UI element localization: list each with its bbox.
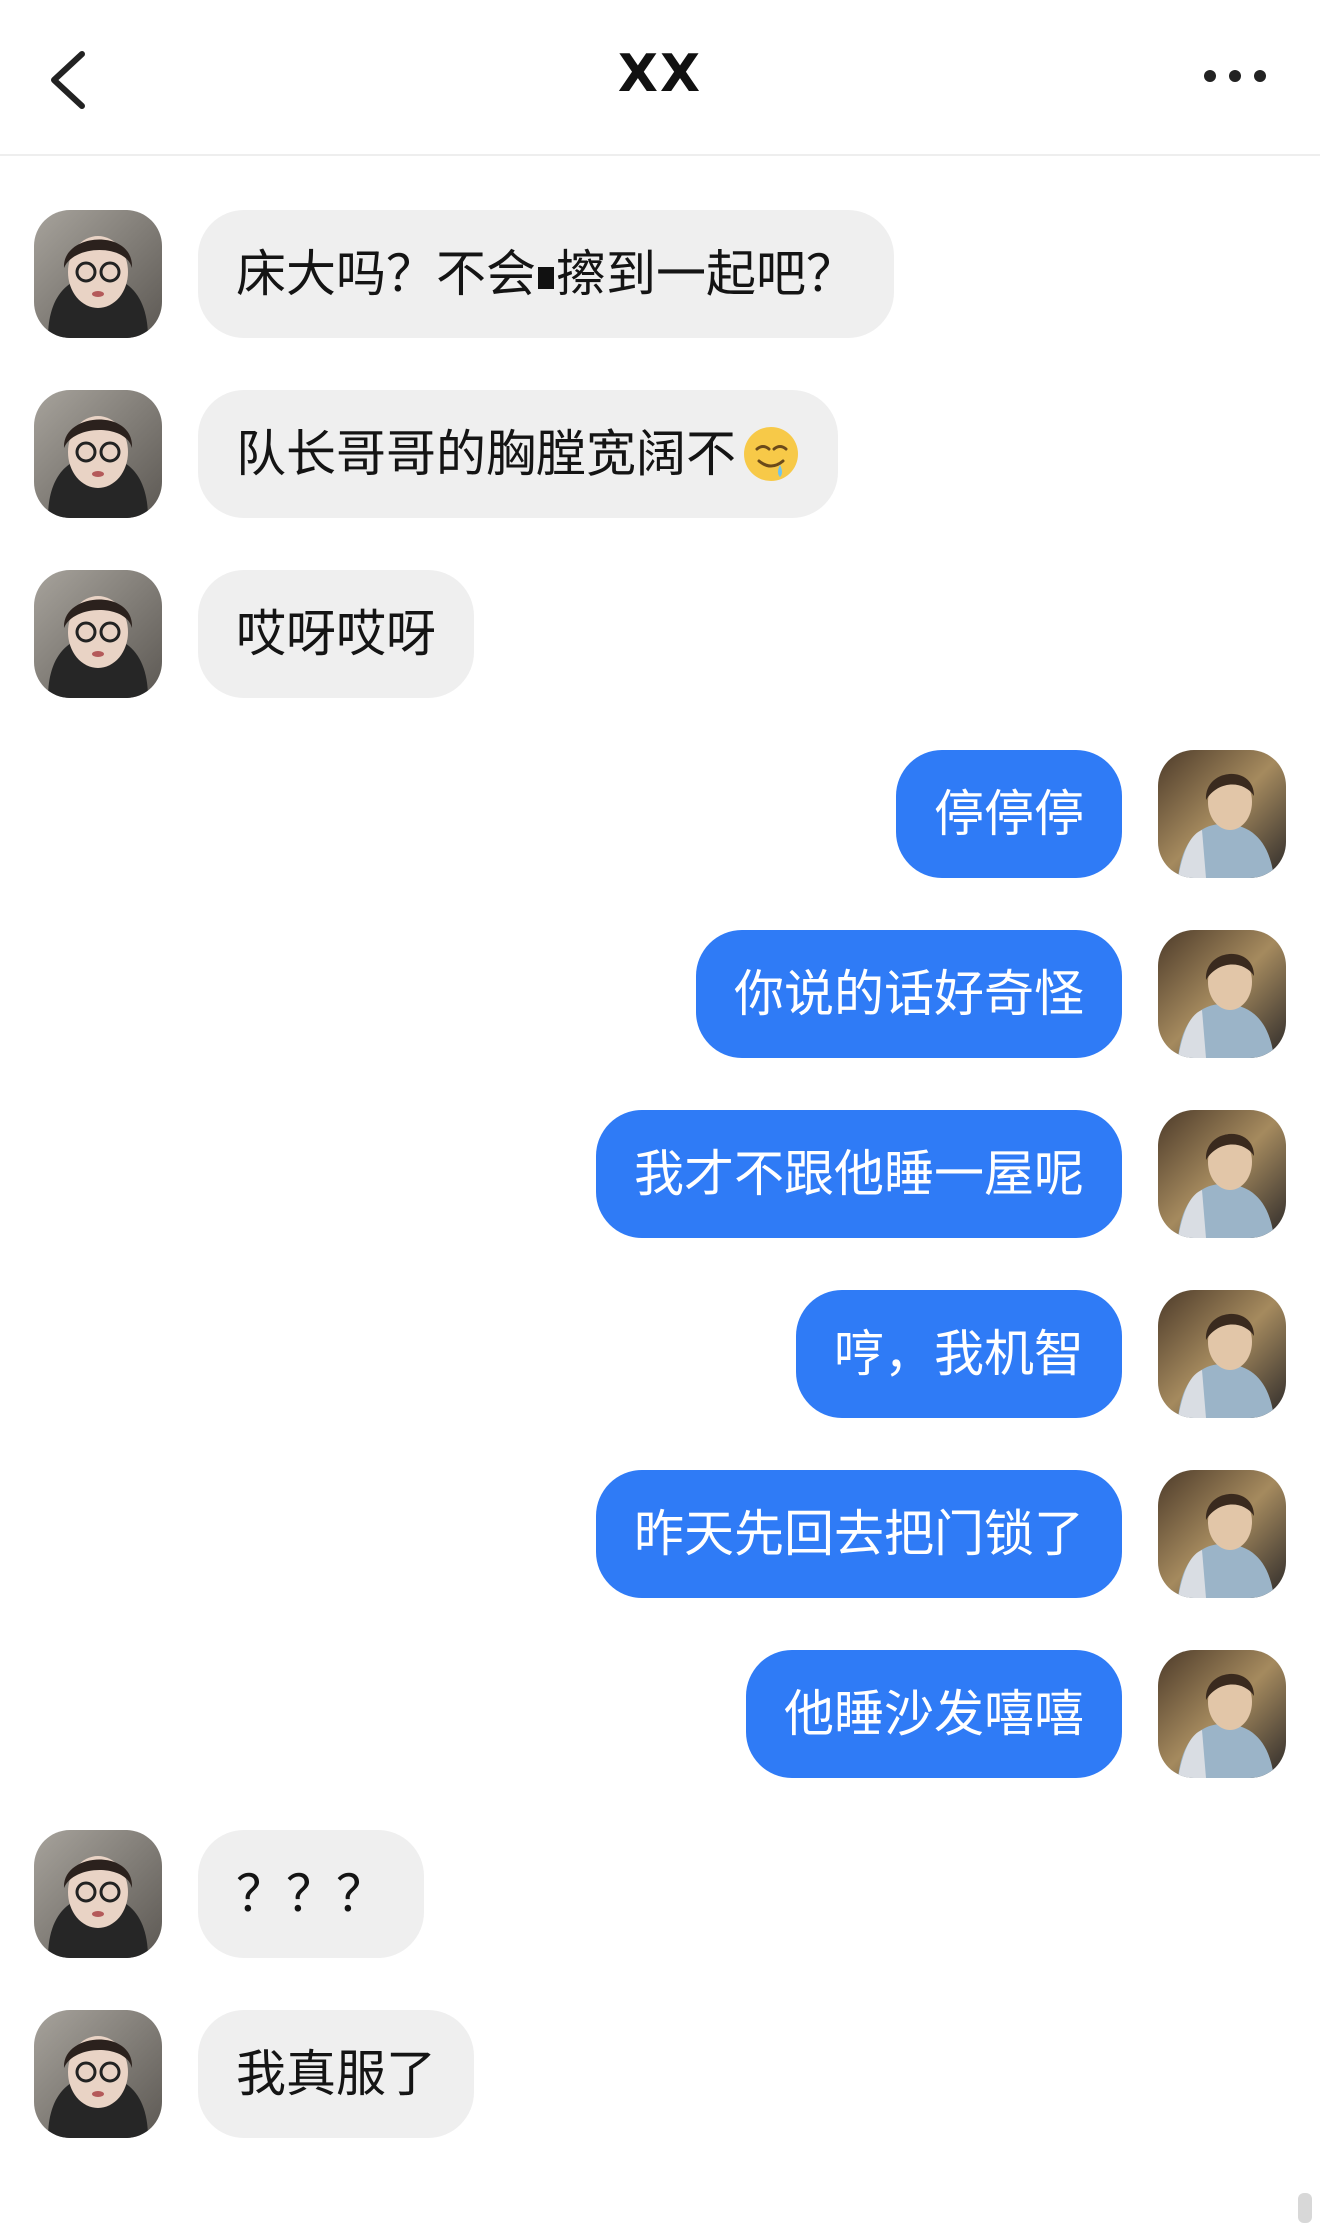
message-bubble-received[interactable]: 哎呀哎呀 — [198, 570, 474, 698]
message-text: 床大吗？不会 — [236, 245, 536, 303]
message-bubble-sent[interactable]: 他睡沙发嘻嘻 — [746, 1650, 1122, 1778]
message-text: ？？？ — [236, 1865, 386, 1923]
more-dots-icon — [1204, 70, 1266, 82]
avatar-self[interactable] — [1158, 1650, 1286, 1778]
message-row-sent: 昨天先回去把门锁了 — [0, 1470, 1320, 1598]
message-text: 队长哥哥的胸膛宽阔不 — [236, 425, 736, 483]
avatar-contact[interactable] — [34, 210, 162, 338]
message-bubble-sent[interactable]: 我才不跟他睡一屋呢 — [596, 1110, 1122, 1238]
message-bubble-sent[interactable]: 昨天先回去把门锁了 — [596, 1470, 1122, 1598]
redaction-mark — [538, 266, 554, 289]
message-bubble-received[interactable]: ？？？ — [198, 1830, 424, 1958]
message-row-received: 我真服了 — [0, 2010, 1320, 2138]
avatar-self[interactable] — [1158, 1470, 1286, 1598]
message-row-sent: 停停停 — [0, 750, 1320, 878]
message-bubble-sent[interactable]: 停停停 — [896, 750, 1122, 878]
message-row-sent: 我才不跟他睡一屋呢 — [0, 1110, 1320, 1238]
message-row-sent: 他睡沙发嘻嘻 — [0, 1650, 1320, 1778]
chat-header: XX — [0, 0, 1320, 156]
drooling-face-icon — [744, 426, 798, 481]
avatar-self[interactable] — [1158, 1290, 1286, 1418]
message-row-received: ？？？ — [0, 1830, 1320, 1958]
message-row-received: 队长哥哥的胸膛宽阔不 — [0, 390, 1320, 518]
message-text: 哼，我机智 — [834, 1325, 1084, 1383]
message-text: 停停停 — [934, 785, 1084, 843]
message-row-received: 哎呀哎呀 — [0, 570, 1320, 698]
message-text: 哎呀哎呀 — [236, 605, 436, 663]
avatar-self[interactable] — [1158, 1110, 1286, 1238]
message-bubble-received[interactable]: 队长哥哥的胸膛宽阔不 — [198, 390, 838, 518]
message-bubble-received[interactable]: 我真服了 — [198, 2010, 474, 2138]
avatar-contact[interactable] — [34, 390, 162, 518]
chat-title: XX — [617, 44, 703, 104]
message-text: 我真服了 — [236, 2045, 436, 2103]
message-text: 我才不跟他睡一屋呢 — [634, 1145, 1084, 1203]
avatar-contact[interactable] — [34, 1830, 162, 1958]
avatar-contact[interactable] — [34, 2010, 162, 2138]
message-row-sent: 哼，我机智 — [0, 1290, 1320, 1418]
avatar-contact[interactable] — [34, 570, 162, 698]
message-row-received: 床大吗？不会 擦到一起吧？ — [0, 210, 1320, 338]
message-row-sent: 你说的话好奇怪 — [0, 930, 1320, 1058]
message-bubble-sent[interactable]: 你说的话好奇怪 — [696, 930, 1122, 1058]
message-text: 昨天先回去把门锁了 — [634, 1505, 1084, 1563]
message-bubble-sent[interactable]: 哼，我机智 — [796, 1290, 1122, 1418]
avatar-self[interactable] — [1158, 930, 1286, 1058]
avatar-self[interactable] — [1158, 750, 1286, 878]
more-button[interactable] — [1200, 56, 1270, 96]
message-text: 擦到一起吧？ — [556, 245, 856, 303]
message-bubble-received[interactable]: 床大吗？不会 擦到一起吧？ — [198, 210, 894, 338]
message-text: 你说的话好奇怪 — [734, 965, 1084, 1023]
message-text: 他睡沙发嘻嘻 — [784, 1685, 1084, 1743]
scrollbar[interactable] — [1298, 2193, 1312, 2223]
